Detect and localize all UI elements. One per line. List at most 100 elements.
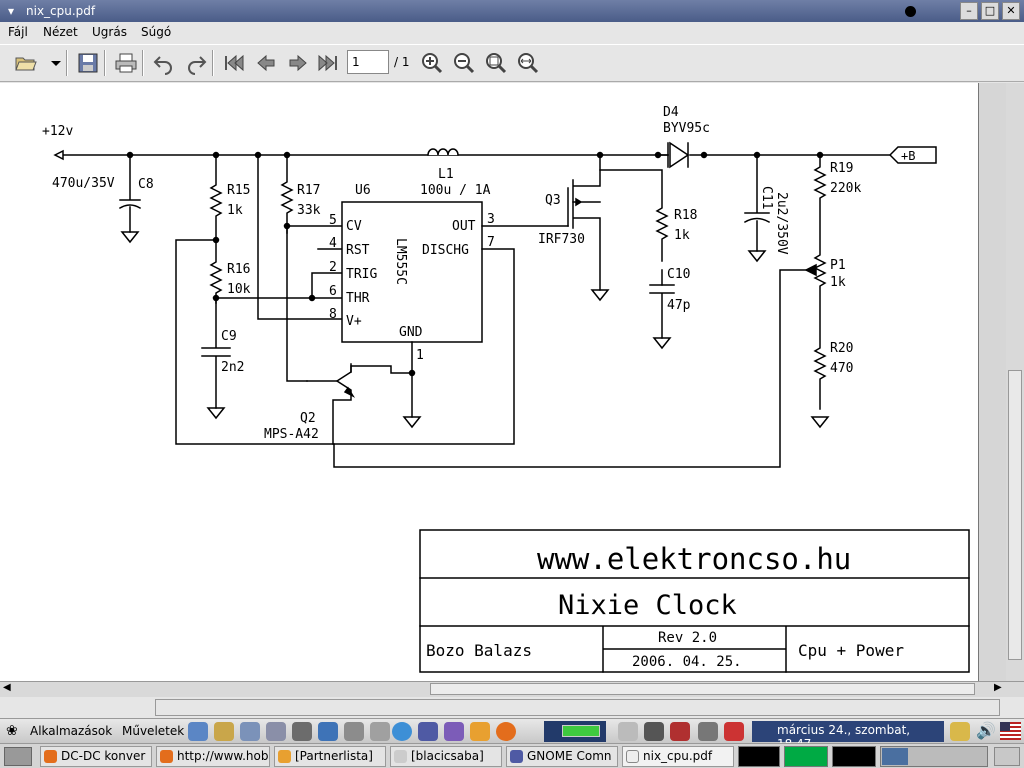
zoom-out-icon[interactable] bbox=[452, 51, 476, 75]
label-r19: R19 bbox=[830, 161, 853, 176]
pin-cv: CV bbox=[346, 219, 362, 234]
keyboard-layout-icon[interactable] bbox=[1000, 722, 1021, 740]
label-r18-value: 1k bbox=[674, 228, 690, 243]
label-r19-value: 220k bbox=[830, 181, 861, 196]
scroll-right-icon[interactable]: ▶ bbox=[994, 682, 1002, 693]
label-plus-b: +B bbox=[901, 149, 915, 163]
label-r20-value: 470 bbox=[830, 361, 853, 376]
horizontal-scroll-thumb[interactable] bbox=[430, 683, 975, 695]
audio-launcher-icon[interactable] bbox=[370, 722, 390, 741]
task-dc-dc[interactable]: DC-DC konver bbox=[40, 746, 152, 767]
trash-icon[interactable] bbox=[994, 747, 1020, 766]
titleblock-author: Bozo Balazs bbox=[426, 641, 532, 660]
redo-icon[interactable] bbox=[184, 51, 208, 75]
battery-applet bbox=[544, 721, 606, 742]
logout-applet-icon[interactable] bbox=[724, 722, 744, 741]
dictionary-applet-icon[interactable] bbox=[670, 722, 690, 741]
save-icon[interactable] bbox=[76, 51, 100, 75]
close-button[interactable]: ✕ bbox=[1002, 2, 1020, 20]
notes-applet-icon[interactable] bbox=[618, 722, 638, 741]
best-fit-icon[interactable] bbox=[484, 51, 508, 75]
maximize-button[interactable]: □ bbox=[981, 2, 999, 20]
previous-page-icon[interactable] bbox=[254, 51, 278, 75]
menu-applications[interactable]: Alkalmazások bbox=[30, 724, 112, 738]
titleblock-url: www.elektroncso.hu bbox=[537, 542, 851, 576]
schematic-drawing: +12v C8 470u/35V R15 1k R16 10k C9 2n2 R… bbox=[42, 105, 970, 673]
pin-1: 1 bbox=[416, 348, 424, 363]
firefox-launcher-icon[interactable] bbox=[496, 722, 516, 741]
task-blacicsaba[interactable]: [blacicsaba] bbox=[390, 746, 502, 767]
pin-5: 5 bbox=[329, 213, 337, 228]
menu-file[interactable]: Fájl bbox=[8, 25, 28, 39]
last-page-icon[interactable] bbox=[316, 51, 340, 75]
menu-view[interactable]: Nézet bbox=[43, 25, 78, 39]
scroll-left-icon[interactable]: ◀ bbox=[3, 682, 11, 693]
monitor-launcher-icon[interactable] bbox=[344, 722, 364, 741]
label-c9-value: 2n2 bbox=[221, 360, 244, 375]
sticky-dot-icon[interactable] bbox=[905, 6, 916, 17]
window-menu-icon[interactable]: ▾ bbox=[2, 2, 20, 20]
tools-launcher-icon[interactable] bbox=[214, 722, 234, 741]
screen-applet-icon[interactable] bbox=[644, 722, 664, 741]
pin-3: 3 bbox=[487, 212, 495, 227]
globe-launcher-icon[interactable] bbox=[188, 722, 208, 741]
label-r15-value: 1k bbox=[227, 203, 243, 218]
print-icon[interactable] bbox=[114, 51, 138, 75]
undo-icon[interactable] bbox=[152, 51, 176, 75]
workspace-1[interactable] bbox=[882, 748, 908, 765]
clock-applet[interactable]: március 24., szombat, 18.47 bbox=[752, 721, 944, 751]
label-c10: C10 bbox=[667, 267, 690, 282]
minimize-button[interactable]: – bbox=[960, 2, 978, 20]
mail-launcher-icon[interactable] bbox=[318, 722, 338, 741]
title-bar: ▾ nix_cpu.pdf – □ ✕ bbox=[0, 0, 1024, 22]
vertical-scroll-thumb[interactable] bbox=[1008, 370, 1022, 660]
titleblock-sheet: Cpu + Power bbox=[798, 641, 904, 660]
gimp-launcher-icon[interactable] bbox=[292, 722, 312, 741]
user-launcher-icon[interactable] bbox=[470, 722, 490, 741]
pin-7: 7 bbox=[487, 235, 495, 250]
menu-go[interactable]: Ugrás bbox=[92, 25, 127, 39]
pin-out: OUT bbox=[452, 219, 476, 234]
fit-width-icon[interactable] bbox=[516, 51, 540, 75]
cpu-monitor bbox=[738, 746, 780, 767]
task-nix-cpu[interactable]: nix_cpu.pdf bbox=[622, 746, 734, 767]
zoom-in-icon[interactable] bbox=[420, 51, 444, 75]
terminal-launcher-icon[interactable] bbox=[240, 722, 260, 741]
task-partnerlista[interactable]: [Partnerlista] bbox=[274, 746, 386, 767]
skype-launcher-icon[interactable] bbox=[392, 722, 412, 741]
network-monitor bbox=[832, 746, 876, 767]
show-desktop-icon[interactable] bbox=[4, 747, 32, 766]
document-view[interactable]: +12v C8 470u/35V R15 1k R16 10k C9 2n2 R… bbox=[0, 83, 1006, 681]
label-q3: Q3 bbox=[545, 193, 561, 208]
first-page-icon[interactable] bbox=[222, 51, 246, 75]
workspace-switcher[interactable] bbox=[880, 746, 988, 767]
label-r17: R17 bbox=[297, 183, 320, 198]
next-page-icon[interactable] bbox=[286, 51, 310, 75]
label-c11: C11 bbox=[759, 186, 774, 209]
app-launcher-icon[interactable] bbox=[444, 722, 464, 741]
titleblock-date: 2006. 04. 25. bbox=[632, 654, 742, 670]
task-gnome-commander[interactable]: GNOME Comn bbox=[506, 746, 618, 767]
label-r17-value: 33k bbox=[297, 203, 321, 218]
gnome-commander-launcher-icon[interactable] bbox=[418, 722, 438, 741]
open-dropdown-icon[interactable] bbox=[44, 51, 61, 75]
task-http[interactable]: http://www.hob bbox=[156, 746, 270, 767]
editor-launcher-icon[interactable] bbox=[266, 722, 286, 741]
pin-2: 2 bbox=[329, 260, 337, 275]
calculator-applet-icon[interactable] bbox=[698, 722, 718, 741]
page-number-input[interactable] bbox=[347, 50, 389, 74]
pin-8: 8 bbox=[329, 307, 337, 322]
open-folder-icon[interactable] bbox=[14, 51, 38, 75]
pin-gnd: GND bbox=[399, 325, 423, 340]
label-r18: R18 bbox=[674, 208, 697, 223]
menu-actions[interactable]: Műveletek bbox=[122, 724, 184, 738]
volume-icon[interactable]: 🔊 bbox=[976, 721, 996, 740]
gnome-foot-icon[interactable]: ❀ bbox=[6, 723, 18, 739]
titleblock-title: Nixie Clock bbox=[558, 590, 737, 621]
label-c9: C9 bbox=[221, 329, 237, 344]
notification-icon[interactable] bbox=[950, 722, 970, 741]
label-l1-value: 100u / 1A bbox=[420, 183, 491, 198]
pin-vplus: V+ bbox=[346, 314, 362, 329]
menu-help[interactable]: Súgó bbox=[141, 25, 171, 39]
label-u6: U6 bbox=[355, 183, 371, 198]
